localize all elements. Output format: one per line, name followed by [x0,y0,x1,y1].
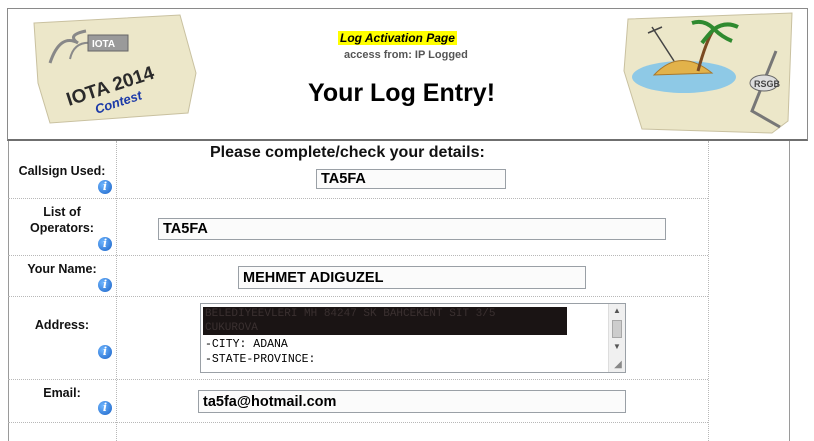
access-info-text: access from: IP Logged [344,49,468,61]
operators-input[interactable] [158,218,666,240]
scroll-down-arrow-icon[interactable]: ▼ [609,340,625,354]
email-input[interactable] [198,390,626,413]
address-textarea[interactable]: BELEDIYEEVLERI MH 84247 SK BAHCEKENT SIT… [200,303,626,373]
redacted-address-line2: CUKUROVA [205,322,258,334]
address-scrollbar[interactable]: ▲ ▼ ◢ [608,304,625,372]
operators-label-line1: List of [43,205,81,219]
redacted-address-line1: BELEDIYEEVLERI MH 84247 SK BAHCEKENT SIT… [205,308,496,320]
name-info-icon[interactable]: i [98,278,112,292]
value-column-divider [708,141,709,441]
page-title: Your Log Entry! [308,79,496,107]
form-border-left [8,141,9,441]
redacted-address-block: BELEDIYEEVLERI MH 84247 SK BAHCEKENT SIT… [203,307,567,335]
name-input[interactable] [238,266,586,289]
log-activation-link[interactable]: Log Activation Page [338,31,457,45]
scroll-thumb[interactable] [612,320,622,338]
svg-text:IOTA: IOTA [92,39,115,50]
operators-info-icon[interactable]: i [98,237,112,251]
email-label: Email: [43,386,81,400]
callsign-info-icon[interactable]: i [98,180,112,194]
address-label: Address: [34,318,90,332]
callsign-label: Callsign Used: [18,164,106,178]
row-divider [8,255,708,256]
operators-label-line2: Operators: [30,221,94,235]
address-city-line: -CITY: ADANA [205,338,288,351]
resize-grip-icon[interactable]: ◢ [612,359,624,371]
label-column-divider [116,141,117,441]
row-divider [8,198,708,199]
svg-text:RSGB: RSGB [754,79,781,89]
page-header: IOTA IOTA 2014 Contest Log Activation Pa… [7,8,808,141]
address-state-line: -STATE-PROVINCE: [205,353,316,366]
callsign-input[interactable] [316,169,506,189]
row-divider [8,296,708,297]
form-border-right [789,141,790,441]
address-info-icon[interactable]: i [98,345,112,359]
island-rsgb-logo: RSGB [623,12,793,134]
iota-2014-contest-logo: IOTA IOTA 2014 Contest [33,14,197,124]
scroll-up-arrow-icon[interactable]: ▲ [609,304,625,318]
name-label: Your Name: [27,262,97,276]
row-divider [8,379,708,380]
form-heading: Please complete/check your details: [210,144,485,161]
row-divider [8,422,708,423]
email-info-icon[interactable]: i [98,401,112,415]
details-form: Please complete/check your details: Call… [8,141,806,441]
